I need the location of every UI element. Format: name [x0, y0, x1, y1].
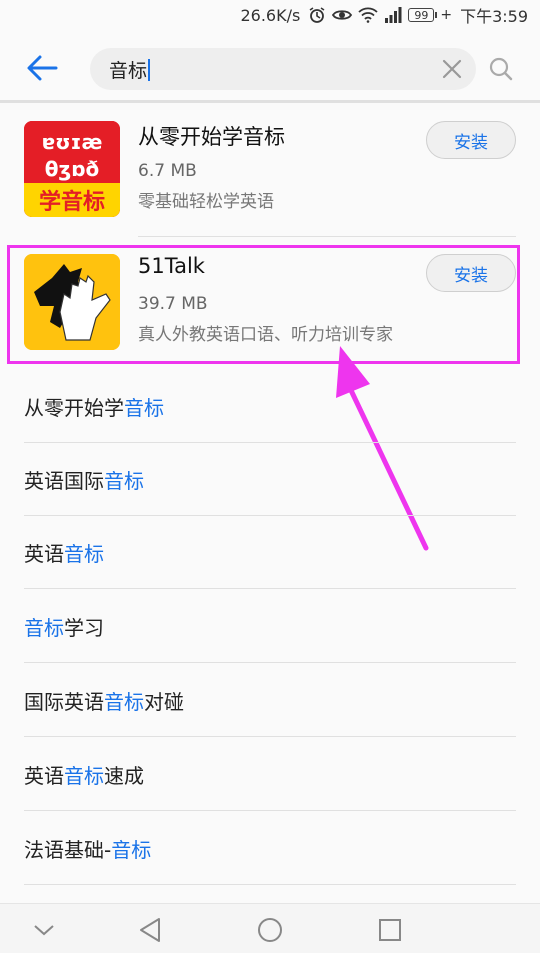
chevron-down-icon: [34, 925, 54, 936]
circle-home-icon: [258, 918, 282, 942]
suggestion-match: 音标: [24, 615, 64, 640]
suggestion-text: 英语国际: [24, 468, 104, 493]
network-speed: 26.6K/s: [240, 5, 301, 25]
back-arrow-icon: [27, 55, 58, 81]
suggestion-text: 法语基础-: [24, 837, 112, 862]
nav-back-button[interactable]: [136, 916, 164, 944]
search-bar: 音标: [0, 36, 540, 100]
suggestion-text: 学习: [64, 615, 104, 640]
app-size: 6.7 MB: [138, 161, 197, 181]
app-icon-yinbiao: ɐʊɪæ θʒɒð 学音标: [24, 121, 120, 217]
alarm-icon: [308, 6, 326, 24]
signal-icon: [384, 7, 402, 23]
suggestion-item[interactable]: 法语基础- 音标: [24, 812, 516, 885]
suggestion-text: 从零开始学: [24, 395, 124, 420]
search-query-text: 音标: [109, 60, 148, 82]
suggestion-match: 音标: [111, 837, 152, 862]
suggestion-match: 音标: [64, 541, 104, 566]
wifi-icon: [358, 7, 378, 23]
app-item-yinbiao[interactable]: ɐʊɪæ θʒɒð 学音标 从零开始学音标 6.7 MB 零基础轻松学英语 安装: [0, 103, 540, 221]
suggestion-text: 英语: [24, 763, 64, 788]
install-button[interactable]: 安装: [426, 121, 516, 159]
suggestion-item[interactable]: 英语 音标: [24, 516, 516, 589]
nav-collapse-button[interactable]: [30, 916, 58, 944]
search-icon: [489, 57, 513, 81]
battery-icon: 99: [408, 8, 438, 22]
suggestion-item[interactable]: 从零开始学 音标: [24, 370, 516, 443]
search-query: 音标: [109, 56, 151, 83]
text-caret: [148, 59, 151, 81]
nav-home-button[interactable]: [256, 916, 284, 944]
app-icon-line3: 学音标: [39, 189, 105, 215]
suggestion-text: 国际英语: [24, 689, 104, 714]
clock: 下午3:59: [460, 7, 528, 26]
suggestion-match: 音标: [64, 763, 104, 788]
search-button[interactable]: [488, 56, 516, 84]
suggestion-item[interactable]: 国际英语 音标 对碰: [24, 664, 516, 737]
battery-level: 99: [414, 8, 429, 22]
back-button[interactable]: [22, 48, 62, 88]
suggestion-text: 对碰: [144, 689, 184, 714]
suggestion-text: 速成: [104, 763, 144, 788]
status-bar: 26.6K/s 99 + 下午3:59: [0, 0, 540, 30]
annotation-highlight-box: [7, 245, 520, 364]
system-nav-bar: [0, 903, 540, 953]
suggestion-match: 音标: [104, 468, 144, 493]
app-name: 从零开始学音标: [138, 125, 285, 149]
clear-button[interactable]: [440, 57, 464, 81]
triangle-back-icon: [140, 918, 160, 942]
suggestion-text: 英语: [24, 541, 64, 566]
nav-recents-button[interactable]: [376, 916, 404, 944]
square-recents-icon: [379, 919, 401, 941]
search-input[interactable]: 音标: [90, 48, 476, 90]
suggestion-item[interactable]: 英语 音标 速成: [24, 738, 516, 811]
app-description: 零基础轻松学英语: [138, 192, 274, 212]
suggestion-item[interactable]: 音标 学习: [24, 590, 516, 663]
suggestion-match: 音标: [124, 395, 164, 420]
app-icon-line2: θʒɒð: [45, 157, 100, 181]
suggestion-match: 音标: [104, 689, 144, 714]
app-icon-line1: ɐʊɪæ: [42, 130, 103, 154]
suggestion-item[interactable]: 英语国际 音标: [24, 443, 516, 516]
close-icon: [442, 59, 462, 79]
charging-icon: +: [440, 7, 453, 23]
eye-icon: [332, 8, 353, 22]
